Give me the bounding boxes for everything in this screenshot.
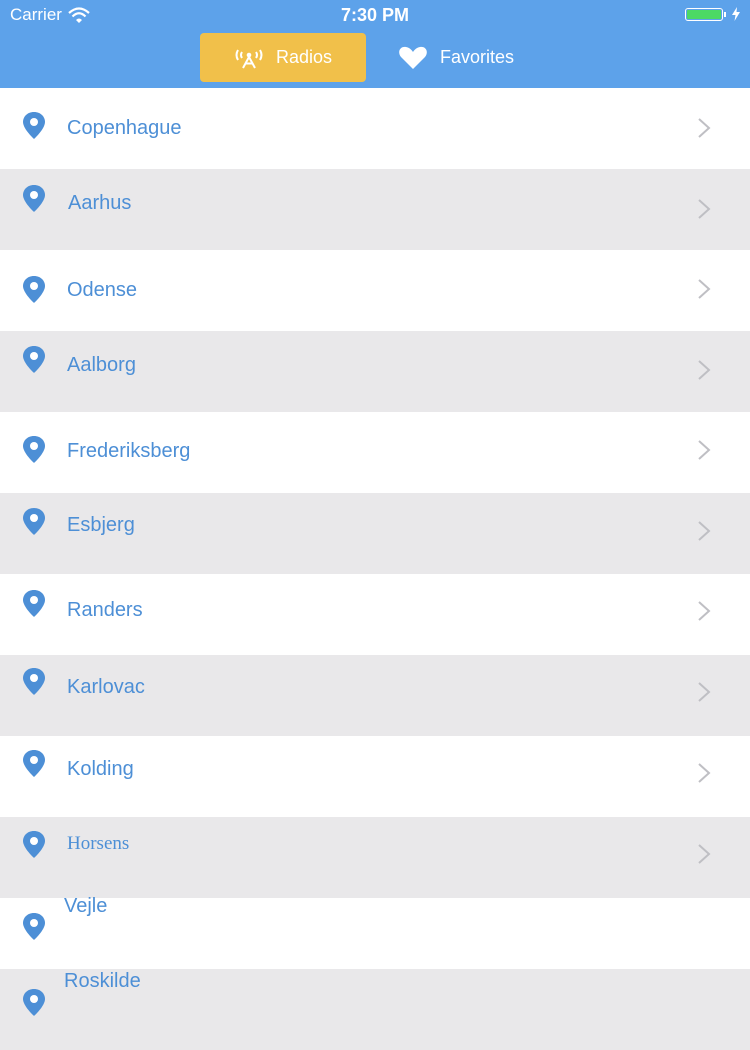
chevron-right-icon xyxy=(698,279,711,299)
map-pin-icon xyxy=(23,346,45,373)
map-pin-icon xyxy=(23,668,45,695)
city-row[interactable]: Frederiksberg xyxy=(0,412,750,493)
city-name: Aalborg xyxy=(67,354,136,376)
city-name: Aarhus xyxy=(68,192,132,214)
city-row[interactable]: Horsens xyxy=(0,817,750,898)
chevron-right-icon xyxy=(698,521,711,541)
city-name: Karlovac xyxy=(67,676,145,698)
map-pin-icon xyxy=(23,750,45,777)
tab-radios-label: Radios xyxy=(275,47,333,67)
map-pin-icon xyxy=(23,989,45,1016)
city-row[interactable]: Aarhus xyxy=(0,169,750,250)
chevron-right-icon xyxy=(698,763,711,783)
battery-fill xyxy=(687,9,721,19)
map-pin-icon xyxy=(23,112,45,139)
heart-icon xyxy=(399,46,427,69)
radio-tower-icon xyxy=(235,48,263,68)
map-pin-icon xyxy=(23,436,45,463)
map-pin-icon xyxy=(23,508,45,535)
city-name: Horsens xyxy=(67,833,130,854)
charging-bolt-icon xyxy=(732,7,740,21)
chevron-right-icon xyxy=(698,682,711,702)
chevron-right-icon xyxy=(698,118,711,138)
map-pin-icon xyxy=(23,590,45,617)
city-row[interactable]: Esbjerg xyxy=(0,493,750,574)
city-row[interactable]: Kolding xyxy=(0,736,750,817)
city-row[interactable]: Karlovac xyxy=(0,655,750,736)
city-row[interactable]: Copenhague xyxy=(0,88,750,169)
tab-radios[interactable]: Radios xyxy=(200,33,366,82)
chevron-right-icon xyxy=(698,601,711,621)
map-pin-icon xyxy=(23,276,45,303)
city-row[interactable]: Roskilde xyxy=(0,969,750,1050)
status-time: 7:30 PM xyxy=(340,5,410,25)
battery-icon xyxy=(685,7,723,21)
city-row[interactable]: Vejle xyxy=(0,893,750,974)
city-name: Odense xyxy=(67,279,138,301)
city-name: Roskilde xyxy=(64,970,141,992)
header-bar: Carrier 7:30 PM Radios Favorites xyxy=(0,0,750,88)
tab-favorites-label: Favorites xyxy=(439,47,515,67)
city-name: Randers xyxy=(67,599,143,621)
battery-tip xyxy=(724,11,726,17)
city-row[interactable]: Aalborg xyxy=(0,331,750,412)
chevron-right-icon xyxy=(698,844,711,864)
city-name: Vejle xyxy=(64,895,108,917)
chevron-right-icon xyxy=(698,440,711,460)
status-bar: Carrier 7:30 PM xyxy=(0,0,750,30)
chevron-right-icon xyxy=(698,199,711,219)
battery-indicator xyxy=(685,7,740,21)
city-row[interactable]: Odense xyxy=(0,250,750,331)
city-name: Copenhague xyxy=(67,117,182,139)
segmented-tabs: Radios Favorites xyxy=(200,33,536,82)
tab-favorites[interactable]: Favorites xyxy=(366,33,536,82)
chevron-right-icon xyxy=(698,360,711,380)
map-pin-icon xyxy=(23,831,45,858)
map-pin-icon xyxy=(23,913,45,940)
city-name: Esbjerg xyxy=(67,514,135,536)
city-row[interactable]: Randers xyxy=(0,574,750,655)
city-name: Frederiksberg xyxy=(67,440,191,462)
city-name: Kolding xyxy=(67,758,134,780)
map-pin-icon xyxy=(23,185,45,212)
